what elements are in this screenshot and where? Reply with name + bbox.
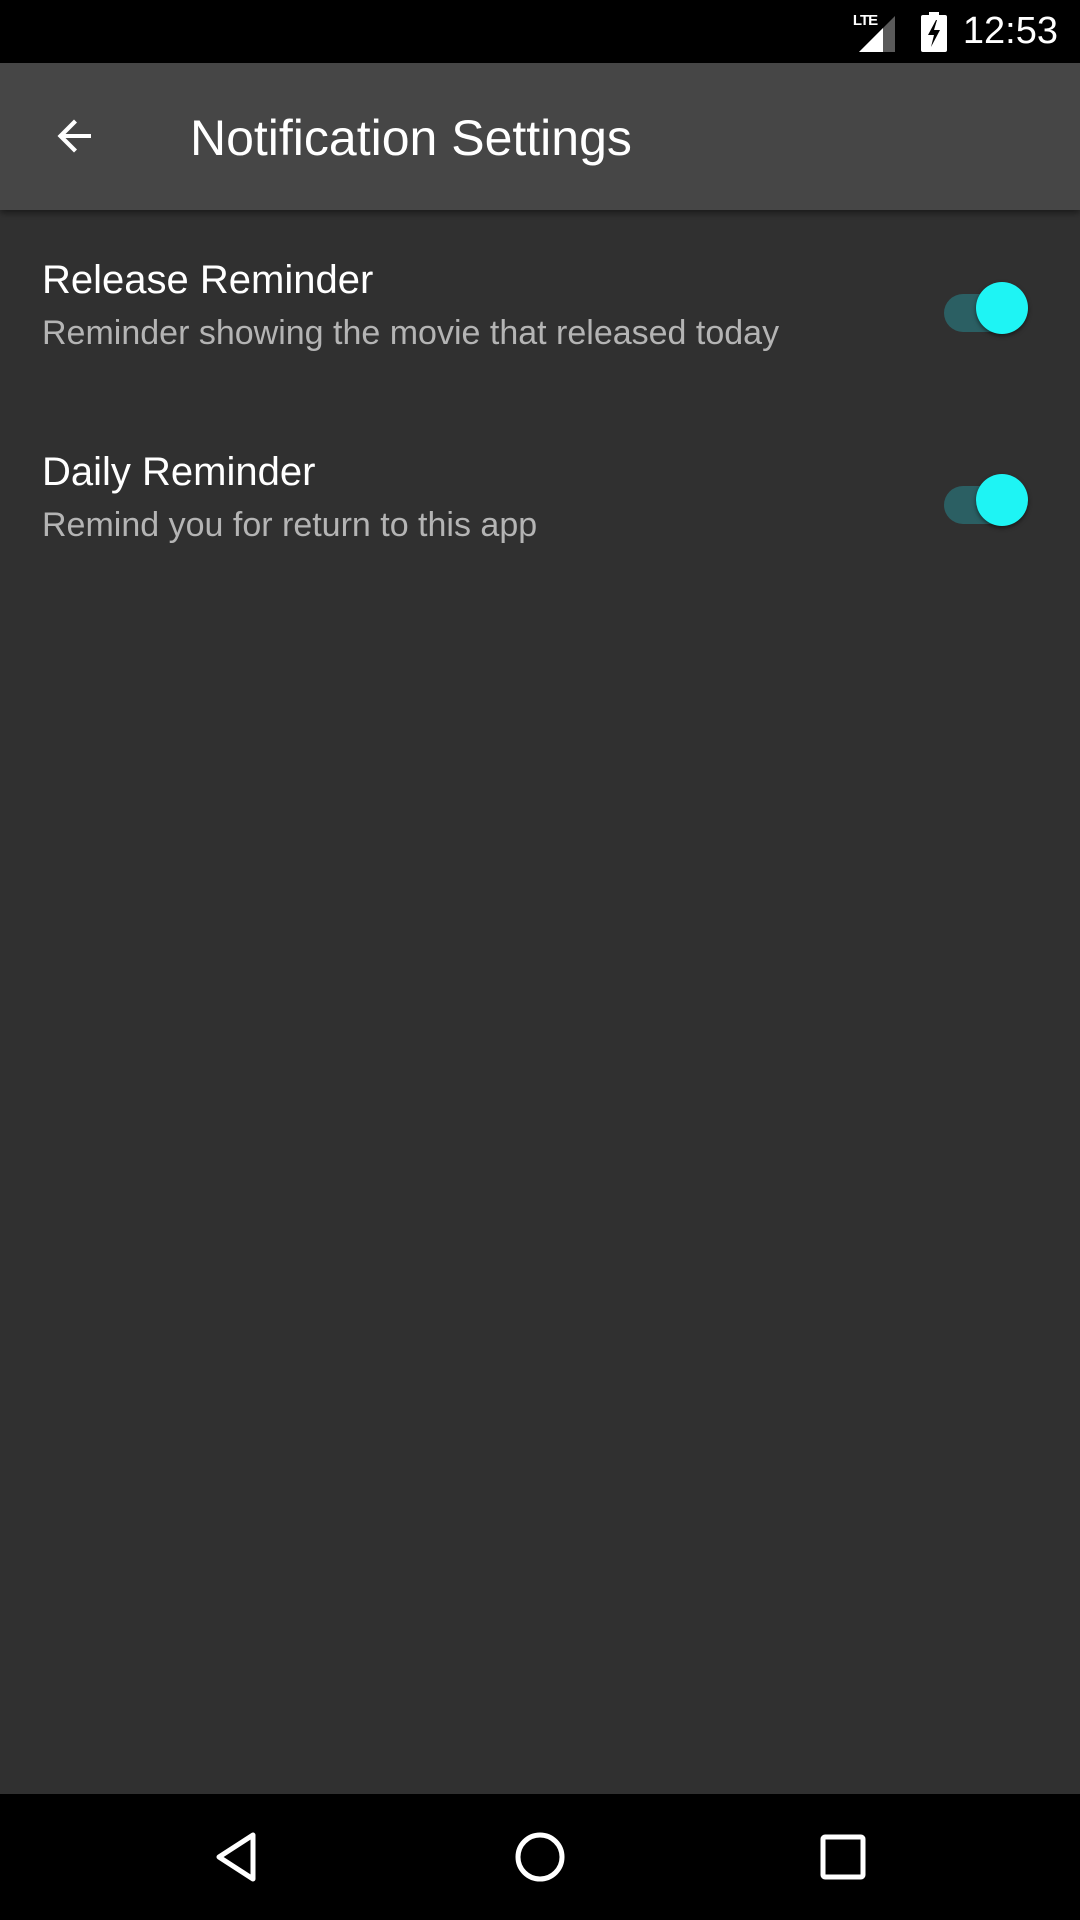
nav-home-icon	[515, 1832, 565, 1882]
daily-reminder-switch[interactable]	[944, 474, 1028, 526]
nav-recents-button[interactable]	[803, 1817, 883, 1897]
setting-summary: Remind you for return to this app	[42, 506, 538, 544]
setting-title: Daily Reminder	[42, 450, 316, 494]
nav-back-button[interactable]	[197, 1817, 277, 1897]
back-button[interactable]	[30, 91, 120, 181]
setting-release-reminder[interactable]: Release Reminder Reminder showing the mo…	[0, 210, 1080, 402]
lte-signal-icon: LTE	[853, 12, 899, 52]
arrow-back-icon	[57, 119, 91, 153]
switch-thumb	[976, 282, 1028, 334]
status-bar: LTE 12:53	[0, 0, 1080, 63]
release-reminder-switch[interactable]	[944, 282, 1028, 334]
status-time: 12:53	[962, 10, 1058, 52]
nav-home-button[interactable]	[500, 1817, 580, 1897]
setting-title: Release Reminder	[42, 258, 374, 302]
screen: LTE 12:53 Notification Settings Release	[0, 0, 1080, 1920]
page-title: Notification Settings	[190, 110, 632, 166]
app-bar: Notification Settings	[0, 63, 1080, 210]
nav-recents-icon	[820, 1834, 866, 1880]
battery-charging-icon	[920, 11, 947, 52]
switch-thumb	[976, 474, 1028, 526]
settings-list: Release Reminder Reminder showing the mo…	[0, 210, 1080, 594]
navigation-bar	[0, 1794, 1080, 1920]
nav-back-icon	[216, 1832, 256, 1882]
setting-summary: Reminder showing the movie that released…	[42, 314, 780, 352]
setting-daily-reminder[interactable]: Daily Reminder Remind you for return to …	[0, 402, 1080, 594]
